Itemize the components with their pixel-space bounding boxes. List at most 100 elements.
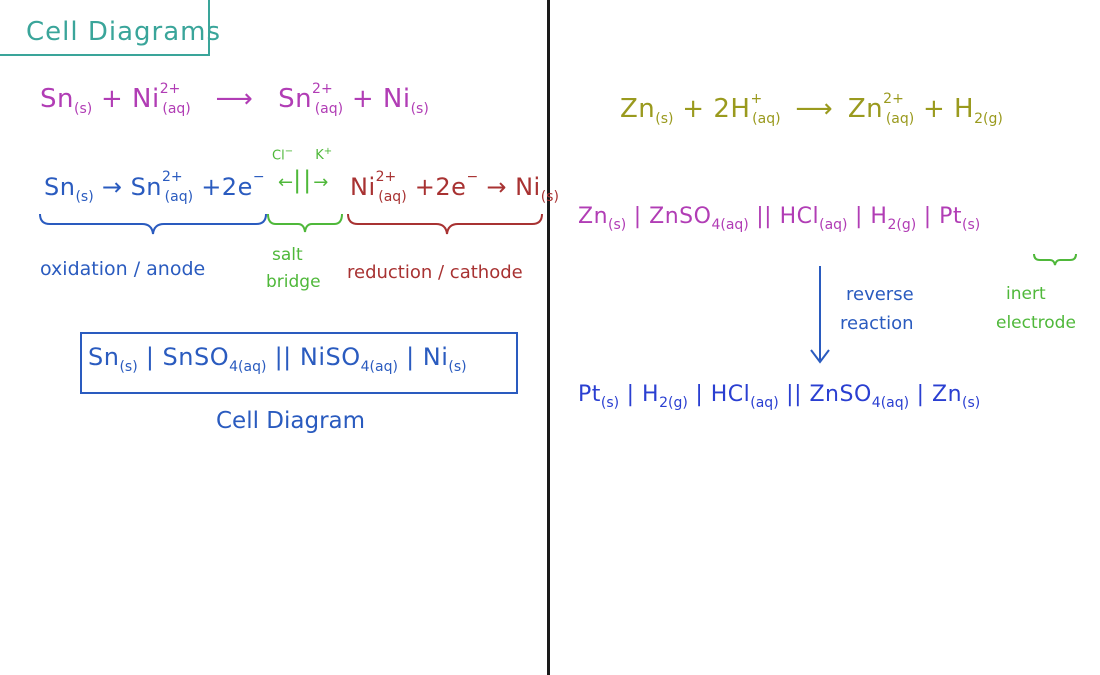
page-title: Cell Diagrams <box>26 17 222 47</box>
state-label: (aq) <box>162 101 191 117</box>
product-sn-ion: Sn <box>130 173 163 201</box>
charge-label: 2+ <box>162 169 183 185</box>
charge-label: + <box>750 91 763 107</box>
label-bridge: bridge <box>266 272 321 292</box>
reactant-zn: Zn <box>620 94 656 124</box>
state-label: (aq) <box>819 217 848 233</box>
phase-boundary: | <box>855 204 863 229</box>
bridge-anion: Cl <box>272 148 285 164</box>
label-electrode: electrode <box>996 313 1076 333</box>
state-label: 4(aq) <box>229 359 267 375</box>
state-label: (s) <box>540 189 559 205</box>
reactant-ni-ion: Ni <box>350 173 376 201</box>
plus-sign: + <box>682 94 705 124</box>
reaction-arrow: → <box>101 173 123 201</box>
oxidation-brace <box>39 213 267 235</box>
plus-sign: + <box>922 94 946 124</box>
state-label: (s) <box>608 217 627 233</box>
plus-sign: + <box>100 84 124 114</box>
product-ni: Ni <box>382 84 411 114</box>
state-label: (s) <box>410 101 429 117</box>
label-reaction: reaction <box>840 313 914 334</box>
reactant-ni-ion: Ni <box>132 84 160 114</box>
left-arrow: ← <box>278 172 294 193</box>
state-label: (s) <box>448 359 467 375</box>
salt-bridge-symbol: Cl− K+ <box>272 146 332 163</box>
phase-boundary: | <box>633 204 642 229</box>
state-label: 4(aq) <box>711 217 749 233</box>
product-zn-ion: Zn <box>847 94 884 124</box>
electrode-zn: Zn <box>932 382 963 407</box>
reduction-half-reaction: Ni2+(aq) +2e− → Ni(s) <box>350 170 559 204</box>
charge-label: − <box>284 146 294 157</box>
label-salt: salt <box>272 245 303 265</box>
label-reduction-cathode: reduction / cathode <box>347 262 523 283</box>
phase-boundary: | <box>695 382 704 407</box>
state-label: (s) <box>75 189 94 205</box>
electrons: +2e <box>201 173 253 201</box>
solution-snso4: SnSO <box>162 343 230 371</box>
phase-boundary: | <box>145 343 155 371</box>
cell-diagram-caption: Cell Diagram <box>216 408 366 434</box>
label-oxidation-anode: oxidation / anode <box>40 258 206 280</box>
gas-h2: H <box>642 382 660 407</box>
state-label: (s) <box>119 359 138 375</box>
charge-label: 2+ <box>375 169 397 185</box>
oxidation-half-reaction: Sn(s) → Sn2+(aq) +2e− <box>44 170 265 204</box>
phase-boundary: | <box>916 382 925 407</box>
product-h2: H <box>954 94 975 124</box>
state-label: (s) <box>73 101 93 117</box>
salt-bridge-bars: ←||→ <box>278 166 328 194</box>
state-label: (aq) <box>314 101 344 117</box>
reactant-h-ion: 2H <box>713 94 751 124</box>
state-label: (s) <box>655 111 674 127</box>
state-label: (aq) <box>885 111 915 127</box>
right-arrow: → <box>313 172 329 193</box>
phase-boundary: | <box>626 382 635 407</box>
reaction-arrow: ⟶ <box>795 94 834 124</box>
charge-label: 2+ <box>883 91 904 107</box>
solution-znso4: ZnSO <box>809 382 872 407</box>
state-label: 2(g) <box>887 217 917 233</box>
bridge-cation: K <box>315 148 324 164</box>
state-label: 4(aq) <box>360 359 398 375</box>
charge-label: 2+ <box>312 81 333 97</box>
charge-label: − <box>466 169 479 185</box>
salt-bridge-bars: || <box>274 343 292 371</box>
salt-bridge-bars: || <box>786 382 802 407</box>
electrode-ni: Ni <box>422 343 449 371</box>
electrode-sn: Sn <box>88 343 120 371</box>
solution-znso4: ZnSO <box>649 204 712 229</box>
phase-boundary: | <box>923 204 932 229</box>
label-reverse: reverse <box>846 284 914 305</box>
left-overall-reaction: Sn(s) + Ni2+(aq) ⟶ Sn2+(aq) + Ni(s) <box>40 82 429 116</box>
electrons: +2e <box>414 173 467 201</box>
reactant-sn: Sn <box>40 84 74 114</box>
label-inert: inert <box>1006 284 1046 304</box>
electrode-pt: Pt <box>939 204 963 229</box>
charge-label: − <box>252 169 265 185</box>
reactant-sn: Sn <box>44 173 76 201</box>
state-label: 2(g) <box>974 111 1003 127</box>
state-label: 4(aq) <box>871 395 910 411</box>
page-divider <box>547 0 550 675</box>
inert-electrode-brace <box>1033 253 1077 266</box>
state-label: (aq) <box>750 395 779 411</box>
state-label: (s) <box>962 395 981 411</box>
solution-niso4: NiSO <box>299 343 361 371</box>
electrode-zn: Zn <box>578 204 609 229</box>
state-label: (aq) <box>378 189 407 205</box>
electrode-pt: Pt <box>578 382 601 407</box>
cell-diagram-zn-h2: Zn(s) | ZnSO4(aq) || HCl(aq) | H2(g) | P… <box>578 204 980 233</box>
phase-boundary: | <box>406 343 415 371</box>
cell-diagram-sn-ni: Sn(s) | SnSO4(aq) || NiSO4(aq) | Ni(s) <box>88 345 467 374</box>
salt-bridge-brace <box>267 213 343 233</box>
salt-bridge-bars: || <box>756 204 773 229</box>
right-overall-reaction: Zn(s) + 2H+(aq) ⟶ Zn2+(aq) + H2(g) <box>620 92 1003 126</box>
state-label: 2(g) <box>659 395 688 411</box>
solution-hcl: HCl <box>710 382 751 407</box>
gas-h2: H <box>870 204 888 229</box>
charge-label: 2+ <box>159 81 181 97</box>
reduction-brace <box>347 213 543 235</box>
product-ni: Ni <box>515 173 541 201</box>
